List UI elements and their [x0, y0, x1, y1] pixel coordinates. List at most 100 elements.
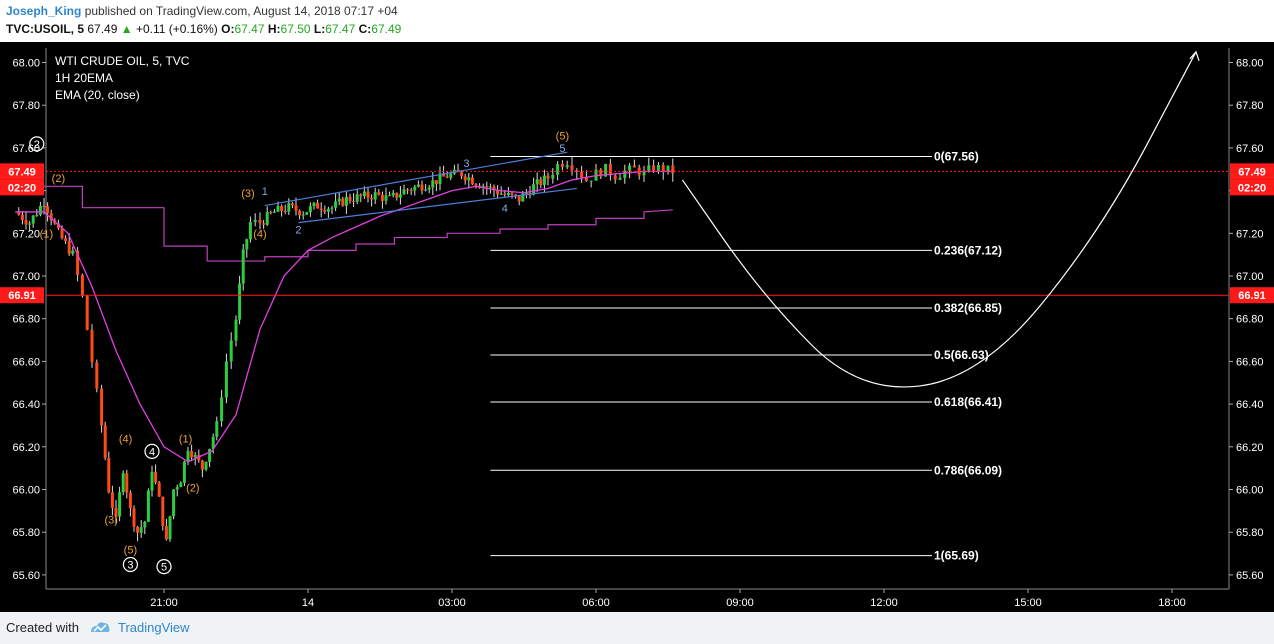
ohlc-line: TVC:USOIL, 5 67.49 ▲ +0.11 (+0.16%) O:67…: [6, 22, 401, 36]
price-badge-label: 67.49: [1238, 166, 1266, 178]
candle: [85, 294, 89, 331]
wave-count-label: (5): [556, 130, 569, 142]
y-tick-label-right: 67.20: [1236, 228, 1264, 240]
footer-bar: Created with TradingView: [0, 612, 1274, 644]
fib-level-label: 0.236(67.12): [934, 243, 1002, 257]
candle-body: [449, 173, 453, 178]
candle-body: [542, 175, 546, 185]
candle-body: [551, 174, 555, 179]
candle-body: [420, 184, 424, 191]
candle: [121, 470, 125, 496]
wave-count-label: (4): [253, 229, 266, 241]
candle-body: [208, 448, 212, 462]
candle-body: [319, 208, 323, 211]
candle-body: [139, 527, 143, 533]
candle-body: [35, 214, 39, 216]
candle: [100, 384, 104, 433]
candle-body: [64, 238, 68, 242]
candle-body: [647, 165, 651, 171]
candle: [90, 324, 94, 368]
candle-body: [179, 482, 183, 488]
wave-count-label: (2): [186, 483, 199, 495]
candle-body: [290, 203, 294, 206]
fib-level-label: 0(67.56): [934, 149, 979, 163]
x-tick-label: 06:00: [582, 597, 610, 609]
candle-body: [193, 454, 197, 458]
x-tick-label: 03:00: [438, 597, 466, 609]
candle-body: [373, 192, 377, 200]
candle-body: [168, 516, 172, 540]
x-tick-label: 14: [302, 597, 314, 609]
last-price: 67.49: [87, 22, 118, 36]
candle-body: [103, 425, 107, 459]
price-chart[interactable]: 65.60 65.60 65.80 65.80 66.00 66.00 66.20 66.20…: [0, 42, 1274, 612]
open-value: 67.47: [234, 22, 265, 36]
candle-body: [510, 192, 514, 195]
fib-level-label: 0.382(66.85): [934, 301, 1002, 315]
candle-body: [204, 461, 208, 470]
candle-body: [424, 189, 428, 191]
candle-body: [570, 165, 574, 171]
close-label: C:: [358, 22, 372, 36]
candle-body: [460, 172, 464, 177]
wave-count-label: (3): [241, 188, 254, 200]
candle-body: [110, 492, 114, 508]
candle-body: [341, 198, 345, 206]
y-tick-label-left: 68.00: [12, 58, 40, 70]
candle-body: [485, 186, 489, 188]
wave-count-label: (5): [124, 545, 137, 557]
candle-body: [42, 205, 46, 207]
candle-body: [384, 195, 388, 201]
y-tick-label-right: 66.80: [1236, 314, 1264, 326]
candle-body: [220, 397, 224, 422]
candle-body: [294, 205, 298, 211]
x-tick-label: 09:00: [726, 597, 754, 609]
candle-body: [24, 220, 28, 225]
candle-body: [248, 222, 252, 240]
candle-body: [503, 193, 507, 195]
candle-body: [272, 211, 276, 213]
candle-body: [132, 508, 136, 527]
candle-body: [406, 189, 410, 191]
wave-count-label: 4: [149, 446, 155, 458]
candle-body: [348, 196, 352, 201]
candle-body: [377, 192, 381, 195]
candle-body: [143, 521, 147, 528]
candle-body: [224, 361, 228, 398]
candle-body: [499, 193, 503, 195]
candle-body: [308, 206, 312, 213]
y-tick-label-right: 66.60: [1236, 356, 1264, 368]
candle-body: [46, 206, 50, 214]
candle-body: [100, 388, 104, 426]
candle-body: [107, 458, 111, 493]
candle-body: [366, 191, 370, 198]
candle-body: [67, 241, 71, 254]
candle-body: [323, 210, 327, 212]
tradingview-link[interactable]: TradingView: [118, 620, 190, 635]
candle-body: [85, 295, 89, 330]
candle-body: [416, 184, 420, 187]
candle-body: [506, 192, 510, 195]
candle-body: [287, 203, 291, 212]
x-tick-label: 21:00: [150, 597, 178, 609]
x-tick-label: 18:00: [1158, 597, 1186, 609]
candle-body: [445, 176, 449, 178]
candle-body: [28, 223, 32, 225]
fib-level-label: 0.786(66.09): [934, 463, 1002, 477]
candle-body: [253, 219, 257, 223]
candle: [103, 421, 107, 461]
y-tick-label-right: 66.00: [1236, 485, 1264, 497]
price-badge-label: 66.91: [8, 290, 36, 302]
candle-body: [258, 219, 262, 224]
candle-body: [539, 179, 543, 185]
candle-body: [190, 450, 194, 458]
author-link[interactable]: Joseph_King: [6, 4, 81, 18]
y-tick-label-right: 68.00: [1236, 58, 1264, 70]
wave-count-label: (3): [104, 515, 117, 527]
created-with-text: Created with: [6, 620, 79, 635]
wave-count-label: (1): [40, 229, 53, 241]
candle-body: [362, 191, 366, 197]
candle-body: [391, 192, 395, 196]
candle-body: [20, 214, 24, 221]
y-tick-label-left: 66.60: [12, 356, 40, 368]
